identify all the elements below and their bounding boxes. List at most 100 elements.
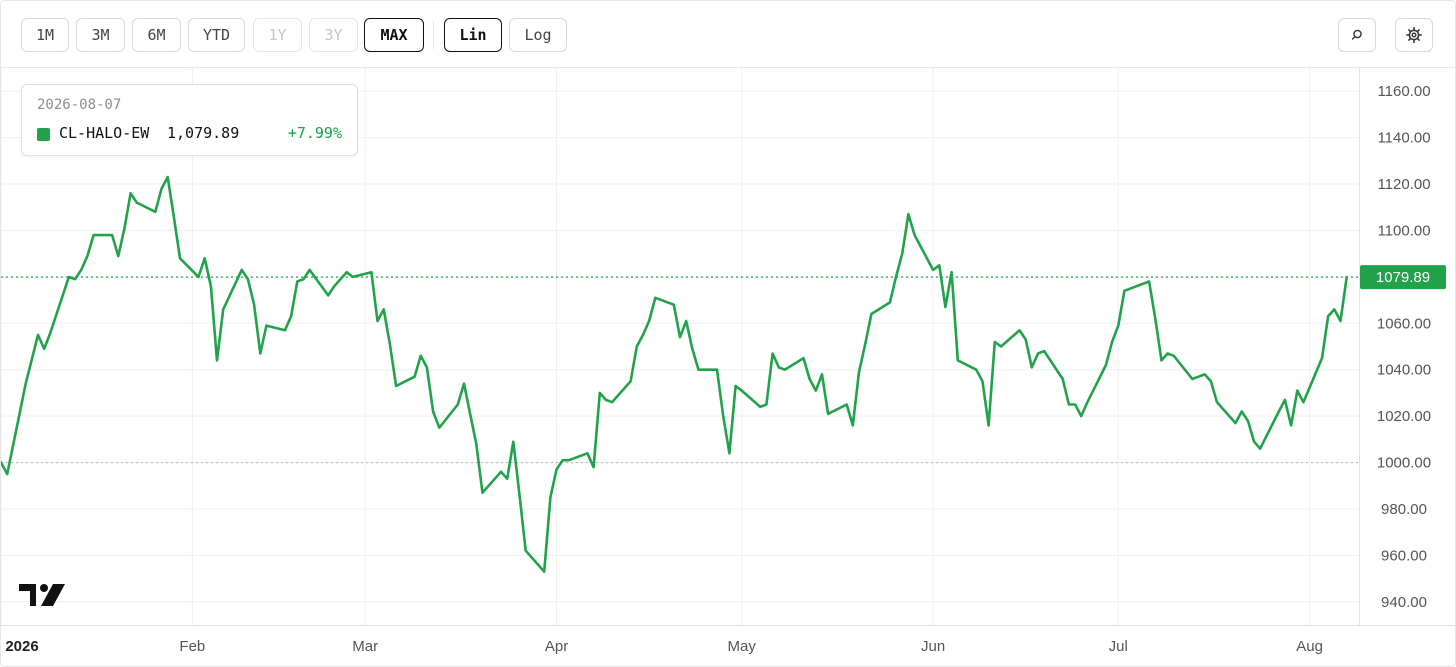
data-point [128,191,132,195]
data-point [721,414,725,418]
price-axis-label: 980.00 [1381,501,1427,518]
data-point [1036,351,1040,355]
data-point [690,347,694,351]
data-point [240,268,244,272]
data-point [610,400,614,404]
data-point [1159,358,1163,362]
data-point [1295,388,1299,392]
data-point [1122,289,1126,293]
data-point [1023,337,1027,341]
data-point [906,212,910,216]
crosshair-legend: 2026-08-07 CL-HALO-EW 1,079.89 +7.99% [21,84,358,156]
data-point [1233,421,1237,425]
data-point [857,370,861,374]
data-point [727,451,731,455]
data-point [511,440,515,444]
time-axis-label: Feb [179,638,205,655]
data-point [1073,402,1077,406]
data-point [758,405,762,409]
data-point [542,569,546,573]
data-point [820,372,824,376]
data-point [480,491,484,495]
data-point [1345,275,1349,279]
data-point [1209,379,1213,383]
price-axis-label: 1000.00 [1377,455,1431,472]
price-axis-label: 1040.00 [1377,362,1431,379]
data-point [338,277,342,281]
data-point [999,344,1003,348]
data-point [295,279,299,283]
data-point [801,356,805,360]
data-point [1165,351,1169,355]
data-point [900,252,904,256]
data-point [554,467,558,471]
legend-date: 2026-08-07 [37,97,122,113]
data-point [42,347,46,351]
data-point [375,319,379,323]
data-point [431,409,435,413]
data-point [598,391,602,395]
price-axis-label: 1020.00 [1377,408,1431,425]
data-point [783,368,787,372]
data-point [456,402,460,406]
data-point [1283,398,1287,402]
data-point [845,402,849,406]
data-point [1326,314,1330,318]
data-point [5,472,9,476]
data-point [653,296,657,300]
data-point [1147,279,1151,283]
time-axis-label: Aug [1296,638,1323,655]
series-layer [1,175,1349,573]
data-point [770,351,774,355]
data-point [740,388,744,392]
data-point [1085,400,1089,404]
data-point [24,381,28,385]
price-axis-label: 1120.00 [1377,176,1430,193]
data-point [499,470,503,474]
data-point [437,426,441,430]
price-axis[interactable]: 940.00 960.00 980.00 1000.00 1020.00 1040.00 1… [1359,68,1447,625]
data-point [628,379,632,383]
data-point [561,458,565,462]
data-point [388,342,392,346]
data-point [1240,409,1244,413]
data-point [246,277,250,281]
data-point [672,303,676,307]
time-axis-label: Mar [352,638,378,655]
data-point [1338,319,1342,323]
data-point [419,354,423,358]
data-point [116,254,120,258]
data-point [301,277,305,281]
tradingview-logo-icon [19,584,65,606]
data-point [993,340,997,344]
data-point [986,423,990,427]
data-point [221,307,225,311]
data-point [166,175,170,179]
data-point [937,263,941,267]
data-point [956,358,960,362]
data-point [159,187,163,191]
data-point [258,351,262,355]
data-point [264,323,268,327]
time-axis-label: 2026 [5,638,38,655]
data-point [91,233,95,237]
time-axis-label: May [728,638,757,655]
data-point [1215,400,1219,404]
data-point [517,493,521,497]
data-point [567,458,571,462]
data-point [332,284,336,288]
data-point [67,275,71,279]
data-point [48,330,52,334]
data-point [585,451,589,455]
data-point [135,200,139,204]
data-point [912,233,916,237]
time-axis-label: Jun [921,638,945,655]
time-axis[interactable]: 2026 Feb Mar Apr May Jun Jul Aug [1,625,1455,656]
data-point [345,270,349,274]
data-point [733,384,737,388]
data-point [1116,323,1120,327]
data-point [36,333,40,337]
data-point [1246,419,1250,423]
data-point [196,275,200,279]
legend-series-name: CL-HALO-EW [59,124,150,142]
